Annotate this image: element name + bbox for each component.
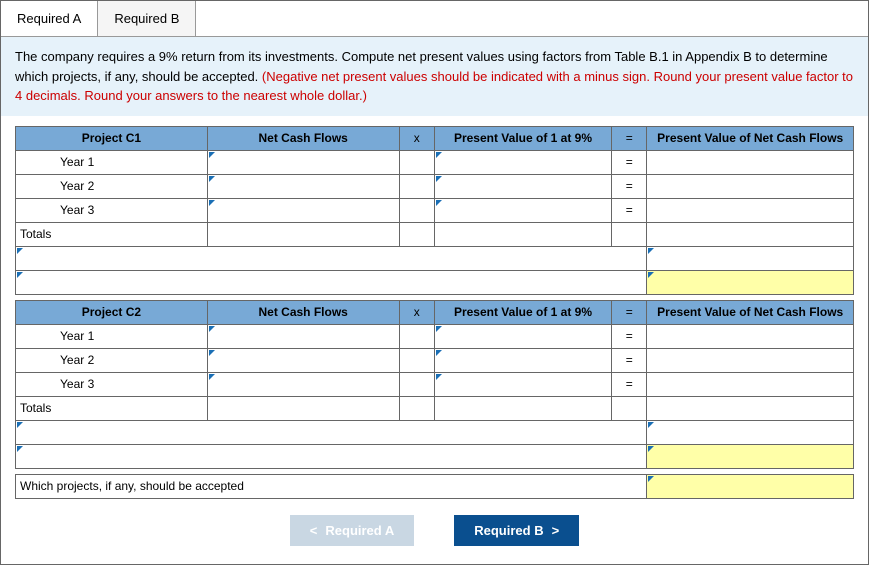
c1-year1-pvncf[interactable] — [647, 150, 854, 174]
tab-required-b[interactable]: Required B — [98, 1, 196, 36]
c1-blank-row2 — [16, 270, 854, 294]
hdr-pvf2: Present Value of 1 at 9% — [434, 300, 611, 324]
header-row-c1: Project C1 Net Cash Flows x Present Valu… — [16, 126, 854, 150]
c1-year1-label: Year 1 — [16, 150, 208, 174]
hdr-eq2: = — [612, 300, 647, 324]
c2-year2-pvncf[interactable] — [647, 348, 854, 372]
hdr-x: x — [399, 126, 434, 150]
c1-blank-row1 — [16, 246, 854, 270]
c1-year3-pvncf[interactable] — [647, 198, 854, 222]
c2-year3-label: Year 3 — [16, 372, 208, 396]
c1-totals-ncf[interactable] — [207, 222, 399, 246]
c2-year3-ncf[interactable] — [207, 372, 399, 396]
c1-totals-row: Totals — [16, 222, 854, 246]
c1-year1-ncf[interactable] — [207, 150, 399, 174]
question-row: Which projects, if any, should be accept… — [16, 474, 854, 498]
c2-year2-row: Year 2 = — [16, 348, 854, 372]
c2-blank-row1 — [16, 420, 854, 444]
hdr-ncf: Net Cash Flows — [207, 126, 399, 150]
c1-year2-label: Year 2 — [16, 174, 208, 198]
c1-extra2-left[interactable] — [16, 270, 647, 294]
c1-extra1-left[interactable] — [16, 246, 647, 270]
c1-year3-label: Year 3 — [16, 198, 208, 222]
c2-year2-ncf[interactable] — [207, 348, 399, 372]
c2-year2-pvf[interactable] — [434, 348, 611, 372]
c1-year2-row: Year 2 = — [16, 174, 854, 198]
hdr-pvncf2: Present Value of Net Cash Flows — [647, 300, 854, 324]
c1-npv-result[interactable] — [647, 270, 854, 294]
hdr-pvf: Present Value of 1 at 9% — [434, 126, 611, 150]
hdr-pvncf: Present Value of Net Cash Flows — [647, 126, 854, 150]
next-button[interactable]: Required B > — [454, 515, 579, 546]
c2-totals-pvf — [434, 396, 611, 420]
c2-year2-label: Year 2 — [16, 348, 208, 372]
c1-totals-pvncf[interactable] — [647, 222, 854, 246]
c1-totals-label: Totals — [16, 222, 208, 246]
c2-extra1-left[interactable] — [16, 420, 647, 444]
question-label: Which projects, if any, should be accept… — [16, 474, 647, 498]
hdr-eq: = — [612, 126, 647, 150]
prev-button[interactable]: < Required A — [290, 515, 414, 546]
c2-totals-row: Totals — [16, 396, 854, 420]
hdr-project-c2: Project C2 — [16, 300, 208, 324]
nav-buttons: < Required A Required B > — [1, 503, 868, 564]
c2-extra2-left[interactable] — [16, 444, 647, 468]
c1-year3-ncf[interactable] — [207, 198, 399, 222]
c1-extra1-right[interactable] — [647, 246, 854, 270]
hdr-ncf2: Net Cash Flows — [207, 300, 399, 324]
c2-year3-pvf[interactable] — [434, 372, 611, 396]
eq-sym: = — [612, 150, 647, 174]
c2-year1-pvf[interactable] — [434, 324, 611, 348]
c2-totals-pvncf[interactable] — [647, 396, 854, 420]
c1-year1-row: Year 1 = — [16, 150, 854, 174]
c2-year3-row: Year 3 = — [16, 372, 854, 396]
c2-year1-ncf[interactable] — [207, 324, 399, 348]
c1-year2-pvf[interactable] — [434, 174, 611, 198]
question-answer[interactable] — [647, 474, 854, 498]
c1-year2-ncf[interactable] — [207, 174, 399, 198]
c2-year1-pvncf[interactable] — [647, 324, 854, 348]
prev-label: Required A — [325, 523, 394, 538]
tab-bar: Required A Required B — [1, 1, 868, 37]
c1-totals-pvf — [434, 222, 611, 246]
hdr-project-c1: Project C1 — [16, 126, 208, 150]
chevron-right-icon: > — [552, 523, 560, 538]
chevron-left-icon: < — [310, 523, 318, 538]
c2-totals-label: Totals — [16, 396, 208, 420]
x-sym — [399, 150, 434, 174]
hdr-x2: x — [399, 300, 434, 324]
c2-extra1-right[interactable] — [647, 420, 854, 444]
exercise-panel: Required A Required B The company requir… — [0, 0, 869, 565]
c2-blank-row2 — [16, 444, 854, 468]
next-label: Required B — [474, 523, 543, 538]
c1-year3-pvf[interactable] — [434, 198, 611, 222]
npv-table: Project C1 Net Cash Flows x Present Valu… — [15, 126, 854, 499]
instructions: The company requires a 9% return from it… — [1, 37, 868, 116]
c1-year1-pvf[interactable] — [434, 150, 611, 174]
c2-year1-row: Year 1 = — [16, 324, 854, 348]
table-area: Project C1 Net Cash Flows x Present Valu… — [1, 116, 868, 503]
header-row-c2: Project C2 Net Cash Flows x Present Valu… — [16, 300, 854, 324]
tab-required-a[interactable]: Required A — [1, 1, 98, 36]
c2-year3-pvncf[interactable] — [647, 372, 854, 396]
c2-year1-label: Year 1 — [16, 324, 208, 348]
c1-year3-row: Year 3 = — [16, 198, 854, 222]
c2-totals-ncf[interactable] — [207, 396, 399, 420]
c2-npv-result[interactable] — [647, 444, 854, 468]
c1-year2-pvncf[interactable] — [647, 174, 854, 198]
